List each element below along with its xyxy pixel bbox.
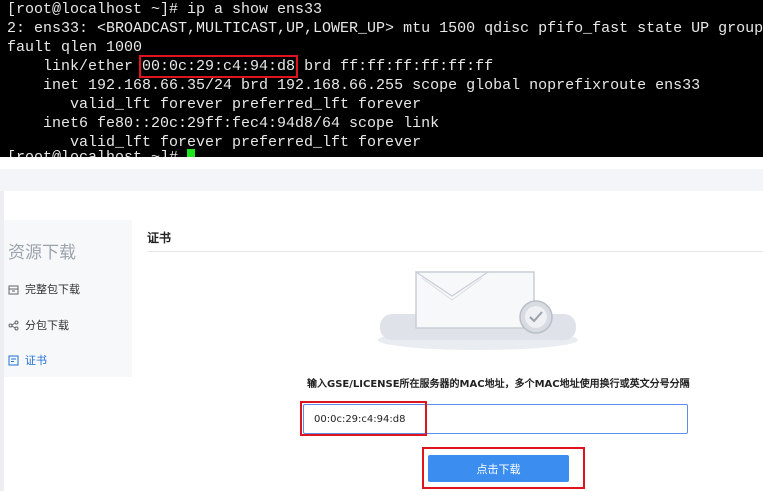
page-title: 证书 [147, 231, 172, 245]
top-bar [0, 169, 763, 191]
package-icon [8, 285, 19, 294]
terminal-prompt-line: [root@localhost ~]# [7, 148, 196, 157]
sidebar-item-label: 证书 [25, 354, 47, 367]
web-page: 资源下载 完整包下载 分包下载 证书 证书 输入GSE/LICENSE所在服务器… [0, 157, 763, 491]
terminal-link-line: link/ether 00:0c:29:c4:94:d8 brd ff:ff:f… [7, 55, 494, 78]
terminal-output-line: valid_lft forever preferred_lft forever [7, 96, 422, 113]
title-divider [147, 251, 763, 252]
terminal-window: [root@localhost ~]# ip a show ens33 2: e… [0, 0, 763, 157]
certificate-icon [8, 355, 19, 365]
mac-address-highlight: 00:0c:29:c4:94:d8 [139, 55, 299, 78]
terminal-command-line: [root@localhost ~]# ip a show ens33 [7, 1, 323, 18]
terminal-output-line: inet 192.168.66.35/24 brd 192.168.66.255… [7, 77, 701, 94]
terminal-output-line: fault qlen 1000 [7, 39, 143, 56]
link-prefix: link/ether [7, 58, 143, 75]
sidebar-item-label: 完整包下载 [25, 283, 80, 296]
mac-address-input[interactable] [303, 404, 688, 434]
sidebar-item-full-package[interactable]: 完整包下载 [8, 280, 80, 298]
terminal-cursor [187, 149, 196, 157]
terminal-output-line: inet6 fe80::20c:29ff:fec4:94d8/64 scope … [7, 115, 440, 132]
sidebar-title: 资源下载 [8, 243, 76, 263]
share-icon [8, 320, 19, 330]
terminal-output-line: 2: ens33: <BROADCAST,MULTICAST,UP,LOWER_… [7, 20, 763, 37]
sidebar: 资源下载 完整包下载 分包下载 证书 [4, 220, 132, 377]
mac-instruction: 输入GSE/LICENSE所在服务器的MAC地址，多个MAC地址使用换行或英文分… [307, 379, 690, 390]
download-button[interactable]: 点击下载 [428, 455, 569, 482]
link-suffix: brd ff:ff:ff:ff:ff:ff [295, 58, 494, 75]
certificate-illustration [378, 271, 578, 350]
sidebar-item-label: 分包下载 [25, 319, 69, 332]
sidebar-item-certificate[interactable]: 证书 [8, 351, 47, 369]
sidebar-item-partial-package[interactable]: 分包下载 [8, 316, 69, 334]
prompt-text: [root@localhost ~]# [7, 149, 187, 157]
